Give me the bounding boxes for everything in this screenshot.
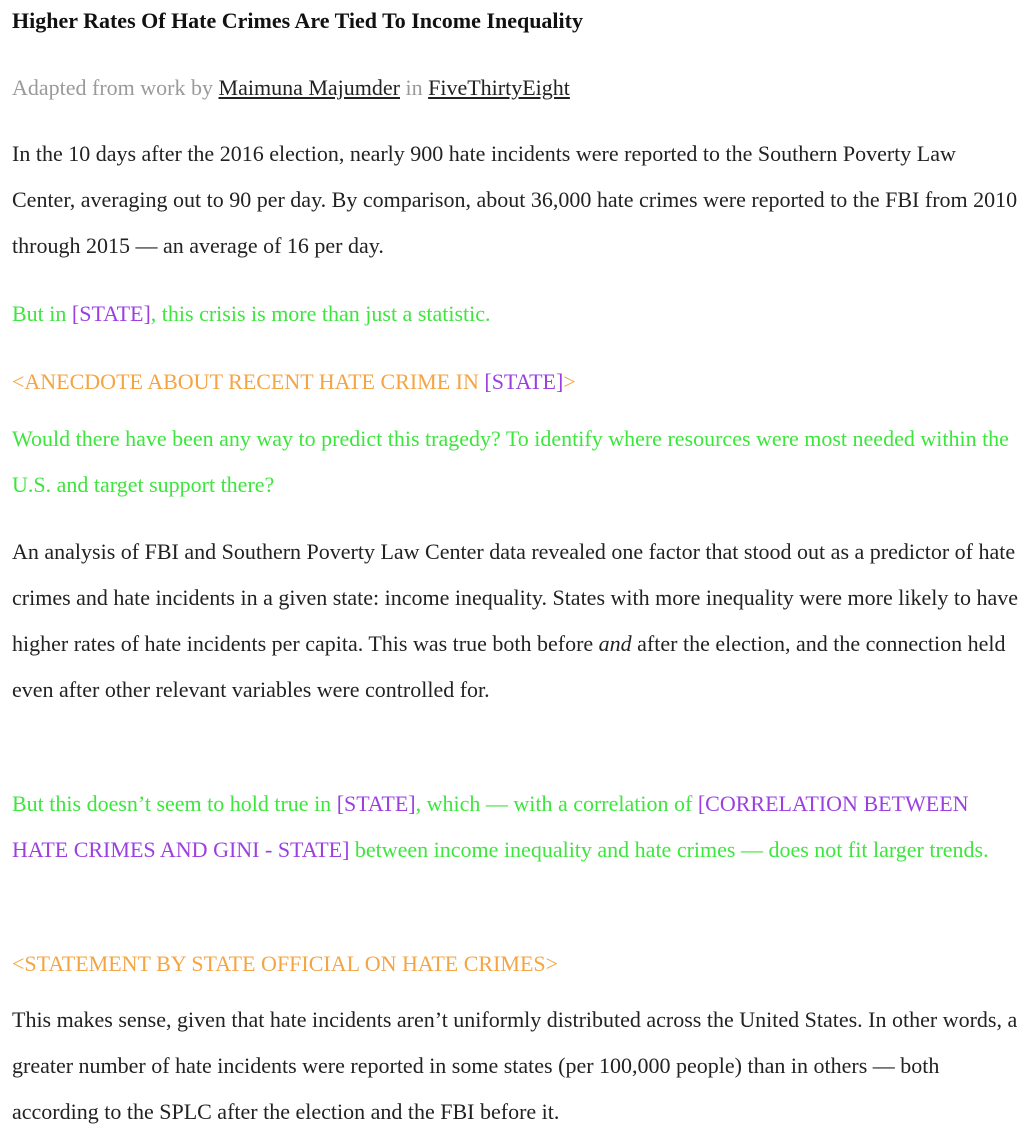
byline-prefix: Adapted from work by xyxy=(12,75,214,100)
paragraph-intro: In the 10 days after the 2016 election, … xyxy=(12,141,1018,258)
state-placeholder: [STATE] xyxy=(484,369,564,394)
state-placeholder: [STATE] xyxy=(336,791,416,816)
paragraph-question: Would there have been any way to predict… xyxy=(12,426,1009,497)
anecdote-placeholder: <ANECDOTE ABOUT RECENT HATE CRIME IN [ST… xyxy=(12,359,1022,405)
publication-link[interactable]: FiveThirtyEight xyxy=(428,75,570,100)
paragraph-analysis: An analysis of FBI and Southern Poverty … xyxy=(12,529,1022,713)
state-placeholder: [STATE] xyxy=(71,301,151,326)
text-segment: between income inequality and hate crime… xyxy=(349,837,989,862)
text-segment: <ANECDOTE ABOUT RECENT HATE CRIME IN xyxy=(12,369,485,394)
paragraph-state-statistic: But in [STATE], this crisis is more than… xyxy=(12,291,1022,337)
paragraph-distribution: This makes sense, given that hate incide… xyxy=(12,1007,1018,1124)
text-segment: > xyxy=(563,369,576,394)
emphasis-text: and xyxy=(598,631,632,656)
article-title: Higher Rates Of Hate Crimes Are Tied To … xyxy=(12,8,583,33)
byline-connector: in xyxy=(405,75,423,100)
author-link[interactable]: Maimuna Majumder xyxy=(219,75,400,100)
text-segment: , which — with a correlation of xyxy=(415,791,698,816)
byline: Adapted from work by Maimuna Majumder in… xyxy=(12,74,570,102)
text-segment: But in xyxy=(12,301,72,326)
text-segment: , this crisis is more than just a statis… xyxy=(150,301,491,326)
paragraph-state-correlation: But this doesn’t seem to hold true in [S… xyxy=(12,781,1022,873)
official-statement-placeholder: <STATEMENT BY STATE OFFICIAL ON HATE CRI… xyxy=(12,951,559,976)
text-segment: But this doesn’t seem to hold true in xyxy=(12,791,337,816)
